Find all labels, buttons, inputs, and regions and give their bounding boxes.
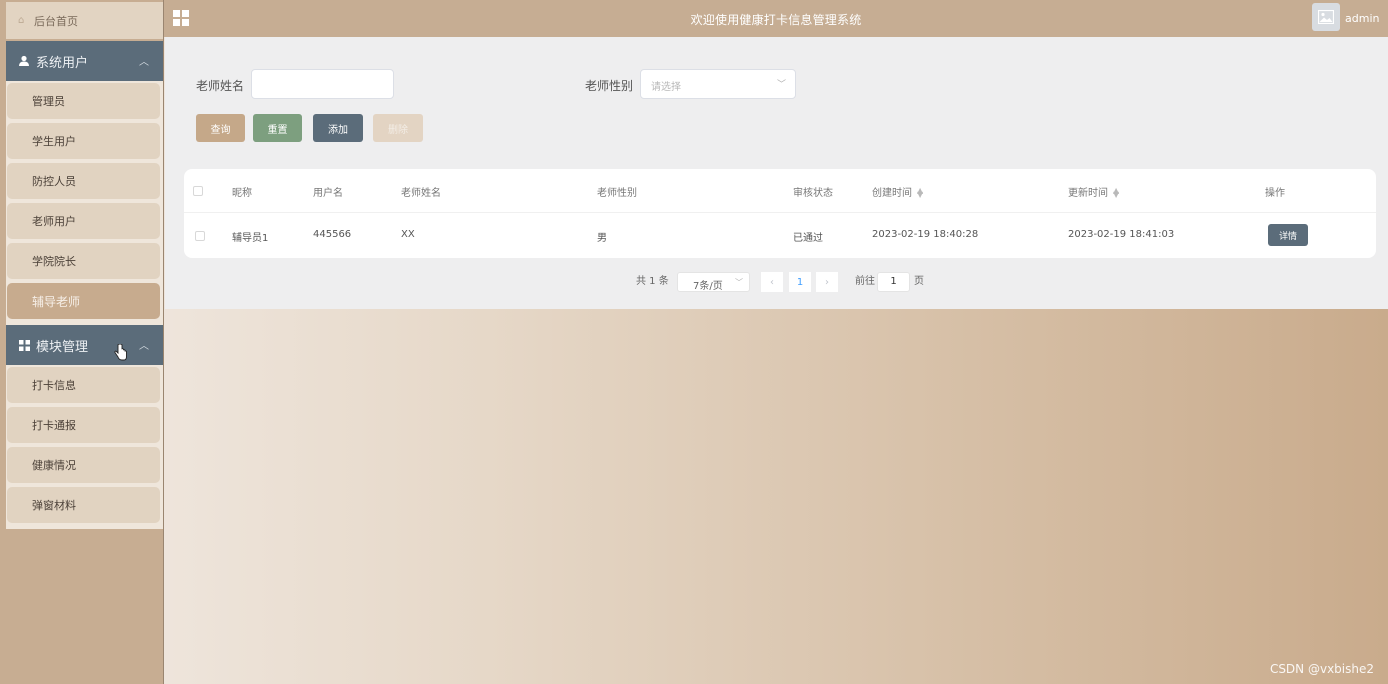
image-icon: [1318, 10, 1334, 24]
sidebar-group-modules[interactable]: 模块管理 ︿: [6, 325, 163, 365]
reset-button[interactable]: 重置: [253, 114, 302, 142]
query-button[interactable]: 查询: [196, 114, 245, 142]
row-divider: [184, 212, 1376, 213]
column-header-created[interactable]: 创建时间 ▲ ▼: [872, 184, 923, 200]
column-header-username: 用户名: [313, 188, 343, 199]
teacher-gender-label: 老师性别: [585, 79, 634, 93]
sidebar: ⌂ 后台首页 系统用户 ︿ 管理员 学生用户 防控人员 老师用户 学院院长 辅导…: [0, 0, 164, 684]
chevron-right-icon: ›: [825, 276, 829, 288]
page-size-value: 7条/页: [693, 281, 723, 292]
sidebar-item-prevention-staff[interactable]: 防控人员: [7, 163, 160, 199]
user-icon: [18, 55, 30, 67]
avatar[interactable]: [1312, 3, 1340, 31]
cell-gender: 男: [597, 233, 607, 244]
sidebar-item-health-status[interactable]: 健康情况: [7, 447, 160, 483]
sidebar-item-label: 学生用户: [32, 135, 76, 148]
column-header-status: 审核状态: [793, 188, 833, 199]
home-icon: ⌂: [18, 14, 25, 26]
chevron-down-icon: ﹀: [735, 278, 743, 287]
column-header-label: 更新时间: [1068, 188, 1108, 199]
teacher-name-label: 老师姓名: [196, 79, 245, 93]
username-label[interactable]: admin: [1345, 12, 1379, 25]
sidebar-item-counselor[interactable]: 辅导老师: [7, 283, 160, 319]
pagination-total: 共 1 条: [636, 276, 669, 287]
gender-select-placeholder: 请选择: [651, 82, 681, 93]
sidebar-group-system-users[interactable]: 系统用户 ︿: [6, 41, 163, 81]
cell-created: 2023-02-19 18:40:28: [872, 229, 979, 240]
sidebar-home-label: 后台首页: [34, 14, 78, 28]
top-bar: 欢迎使用健康打卡信息管理系统 admin: [164, 0, 1388, 37]
sidebar-group-label: 系统用户: [36, 55, 89, 71]
column-header-action: 操作: [1265, 188, 1285, 199]
sidebar-group-label: 模块管理: [36, 339, 89, 355]
sidebar-item-label: 老师用户: [32, 215, 76, 228]
chevron-up-icon: ︿: [139, 57, 149, 68]
sidebar-item-label: 防控人员: [32, 175, 76, 188]
sort-icon[interactable]: ▲ ▼: [1113, 187, 1119, 199]
sidebar-item-admin[interactable]: 管理员: [7, 83, 160, 119]
cell-teacher-name: XX: [401, 229, 415, 240]
hand-cursor-icon: [114, 343, 127, 365]
chevron-down-icon: ﹀: [776, 80, 786, 90]
detail-button[interactable]: 详情: [1268, 224, 1308, 246]
sidebar-item-label: 打卡信息: [32, 379, 76, 392]
grid-icon: [18, 339, 30, 351]
chevron-up-icon: ︿: [139, 341, 149, 352]
sort-icon[interactable]: ▲ ▼: [917, 187, 923, 199]
page-unit-label: 页: [914, 276, 924, 287]
column-header-updated[interactable]: 更新时间 ▲ ▼: [1068, 184, 1119, 200]
page-number[interactable]: 1: [789, 272, 811, 292]
teacher-table: 昵称 用户名 老师姓名 老师性别 审核状态 创建时间 ▲ ▼ 更新时间 ▲ ▼ 操作 辅…: [184, 169, 1376, 258]
main-panel: 老师姓名 老师性别 请选择 ﹀ 查询 重置 添加 删除 昵称 用户名 老师姓名 …: [165, 37, 1388, 309]
column-header-teacher-name: 老师姓名: [401, 188, 441, 199]
sidebar-item-popup-materials[interactable]: 弹窗材料: [7, 487, 160, 523]
sidebar-item-label: 学院院长: [32, 255, 76, 268]
sidebar-item-label: 打卡通报: [32, 419, 76, 432]
cell-status: 已通过: [793, 233, 823, 244]
column-header-gender: 老师性别: [597, 188, 637, 199]
next-page-button[interactable]: ›: [816, 272, 838, 292]
cell-username: 445566: [313, 229, 352, 240]
sidebar-item-student-users[interactable]: 学生用户: [7, 123, 160, 159]
column-header-label: 创建时间: [872, 188, 912, 199]
goto-page-input[interactable]: 1: [877, 272, 910, 292]
column-header-nickname: 昵称: [232, 188, 252, 199]
sidebar-item-label: 管理员: [32, 95, 65, 108]
page-size-select[interactable]: 7条/页 ﹀: [677, 272, 750, 292]
sidebar-list-system-users: 管理员 学生用户 防控人员 老师用户 学院院长 辅导老师: [6, 81, 163, 325]
watermark: CSDN @vxbishe2: [1269, 662, 1374, 676]
page-title: 欢迎使用健康打卡信息管理系统: [690, 13, 862, 27]
delete-button[interactable]: 删除: [373, 114, 423, 142]
row-checkbox[interactable]: [195, 231, 205, 241]
sidebar-item-teacher-users[interactable]: 老师用户: [7, 203, 160, 239]
chevron-left-icon: ‹: [770, 276, 774, 288]
sidebar-item-checkin-notice[interactable]: 打卡通报: [7, 407, 160, 443]
sidebar-item-label: 弹窗材料: [32, 499, 76, 512]
prev-page-button[interactable]: ‹: [761, 272, 783, 292]
cell-updated: 2023-02-19 18:41:03: [1068, 229, 1175, 240]
sidebar-item-label: 辅导老师: [32, 294, 81, 309]
sidebar-item-dean[interactable]: 学院院长: [7, 243, 160, 279]
sidebar-home[interactable]: ⌂ 后台首页: [6, 2, 163, 39]
sidebar-item-checkin-info[interactable]: 打卡信息: [7, 367, 160, 403]
goto-label: 前往: [855, 276, 875, 287]
add-button[interactable]: 添加: [313, 114, 363, 142]
cell-nickname: 辅导员1: [232, 233, 269, 244]
select-all-checkbox[interactable]: [193, 186, 203, 196]
teacher-name-input[interactable]: [251, 69, 394, 99]
sidebar-list-modules: 打卡信息 打卡通报 健康情况 弹窗材料: [6, 365, 163, 529]
teacher-gender-select[interactable]: 请选择 ﹀: [640, 69, 796, 99]
sidebar-item-label: 健康情况: [32, 459, 76, 472]
